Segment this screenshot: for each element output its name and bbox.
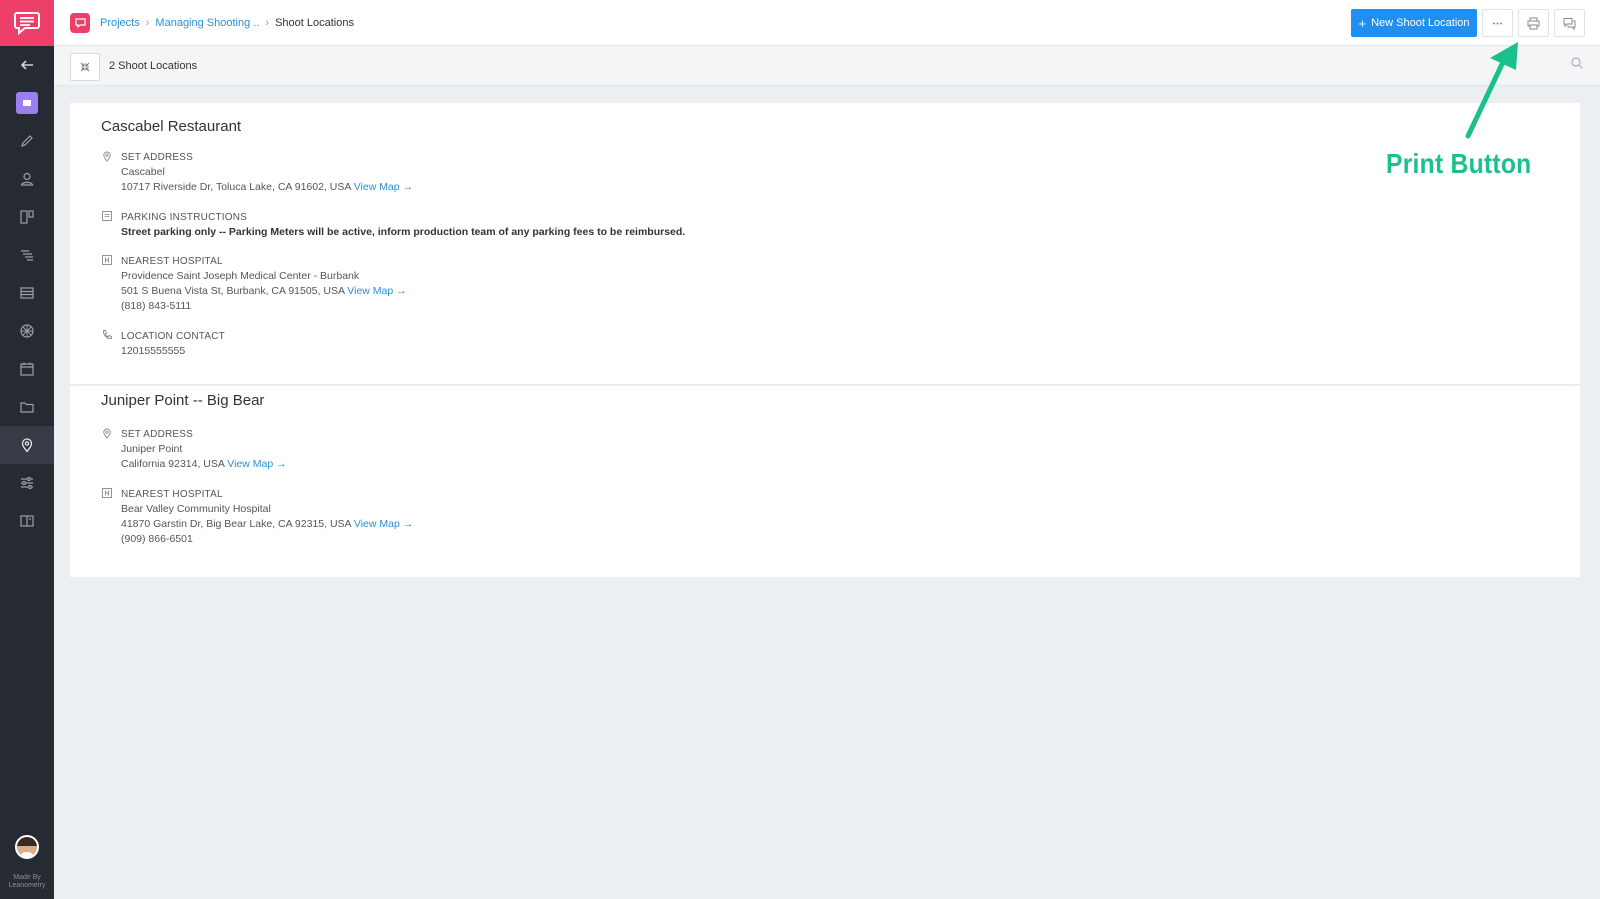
locations-count: 2 Shoot Locations [109,60,198,72]
set-address-text: California 92314, USA [121,458,225,470]
parking-instructions-label: PARKING INSTRUCTIONS [121,212,248,223]
hospital-address-line: 41870 Garstin Dr, Big Bear Lake, CA 9231… [121,517,1321,532]
hospital-phone: (909) 866-6501 [121,533,193,545]
sliders-icon [21,477,33,489]
hospital-address: 501 S Buena Vista St, Burbank, CA 91505,… [121,285,345,297]
ellipsis-icon [1493,22,1502,24]
breadcrumb-separator-icon: › [145,17,150,29]
printer-icon [1527,17,1540,29]
top-header: Projects › Managing Shooting .. › Shoot … [54,0,1600,46]
breadcrumb-current: Shoot Locations [275,17,354,29]
breadcrumb: Projects › Managing Shooting .. › Shoot … [100,17,354,29]
set-address-name: Juniper Point [121,443,183,455]
parking-instructions-text: Street parking only -- Parking Meters wi… [121,226,686,238]
sidebar-item-overview[interactable] [0,84,54,122]
search-icon[interactable] [1570,56,1584,73]
hospital-name: Bear Valley Community Hospital [121,503,271,515]
shot-list-icon [21,250,33,261]
person-icon [20,172,34,186]
sidebar-item-locations[interactable] [0,426,54,464]
chat-bubbles-icon [1563,17,1576,30]
view-map-link[interactable]: View Map → [347,285,406,297]
sidebar-item-files[interactable] [0,388,54,426]
breadcrumb-projects-link[interactable]: Projects [100,17,140,29]
project-badge-icon[interactable] [70,13,90,33]
view-map-link[interactable]: View Map → [227,458,286,470]
location-contact-label: LOCATION CONTACT [121,331,225,342]
sidebar-item-shot-list[interactable] [0,236,54,274]
chat-bubble-logo-icon [14,12,40,36]
set-address-label: SET ADDRESS [121,152,194,163]
more-options-button[interactable] [1482,9,1513,37]
location-pin-icon [103,428,111,439]
phone-icon [103,330,112,339]
collapse-all-button[interactable] [70,53,100,81]
print-button-annotation: Print Button [1386,148,1532,179]
set-address-text: 10717 Riverside Dr, Toluca Lake, CA 9160… [121,181,351,193]
elements-icon [20,324,34,338]
set-address-line: California 92314, USA View Map → [121,457,1321,472]
hospital-address-line: 501 S Buena Vista St, Burbank, CA 91505,… [121,284,1321,299]
made-by-company: Leanometry [8,882,46,889]
nearest-hospital-label: NEAREST HOSPITAL [121,489,223,500]
location-pin-icon [103,151,111,162]
sidebar: Made By Leanometry [0,0,54,899]
sidebar-item-elements[interactable] [0,312,54,350]
overview-icon [16,92,38,114]
sub-toolbar: 2 Shoot Locations [54,46,1600,86]
collapse-icon [80,62,90,72]
sidebar-item-stripboard[interactable] [0,274,54,312]
sidebar-item-storyboard[interactable] [0,198,54,236]
made-by-credit: Made By Leanometry [0,874,54,890]
hospital-address: 41870 Garstin Dr, Big Bear Lake, CA 9231… [121,518,351,530]
book-icon [20,515,34,527]
annotation-arrow-icon [1465,42,1518,139]
hospital-phone: (818) 843-5111 [121,300,192,312]
sidebar-item-settings[interactable] [0,464,54,502]
app-logo[interactable] [0,0,54,46]
set-address-label: SET ADDRESS [121,429,194,440]
pencil-icon [21,135,33,147]
view-map-link[interactable]: View Map → [354,518,413,530]
plus-icon: + [1358,15,1367,31]
location-contact-value: 12015555555 [121,345,186,357]
calendar-icon [20,362,34,376]
location-card: Juniper Point -- Big Bear SET ADDRESS Ju… [70,386,1580,577]
location-title[interactable]: Cascabel Restaurant [101,118,241,135]
hospital-icon [102,488,112,498]
breadcrumb-separator-icon: › [265,17,270,29]
made-by-label: Made By [13,874,41,881]
new-shoot-location-label: New Shoot Location [1371,17,1470,29]
print-button[interactable] [1518,9,1549,37]
sidebar-item-characters[interactable] [0,160,54,198]
hospital-name: Providence Saint Joseph Medical Center -… [121,270,360,282]
breadcrumb-project-link[interactable]: Managing Shooting .. [155,17,259,29]
folder-icon [20,402,34,413]
set-address-name: Cascabel [121,166,165,178]
stripboard-icon [20,287,34,299]
new-shoot-location-button[interactable]: + New Shoot Location [1351,9,1477,37]
sidebar-item-script[interactable] [0,122,54,160]
sidebar-item-reports[interactable] [0,502,54,540]
location-pin-icon [21,438,33,453]
view-map-link[interactable]: View Map → [354,181,413,193]
set-address-line: 10717 Riverside Dr, Toluca Lake, CA 9160… [121,180,1321,195]
user-avatar[interactable] [15,835,39,859]
hospital-icon [102,255,112,265]
location-title[interactable]: Juniper Point -- Big Bear [101,392,264,409]
sidebar-item-calendar[interactable] [0,350,54,388]
back-arrow-icon[interactable] [0,46,54,84]
storyboard-icon [20,210,34,224]
note-icon [102,211,112,221]
location-card: Cascabel Restaurant SET ADDRESS Cascabel… [70,103,1580,385]
comments-button[interactable] [1554,9,1585,37]
nearest-hospital-label: NEAREST HOSPITAL [121,256,223,267]
